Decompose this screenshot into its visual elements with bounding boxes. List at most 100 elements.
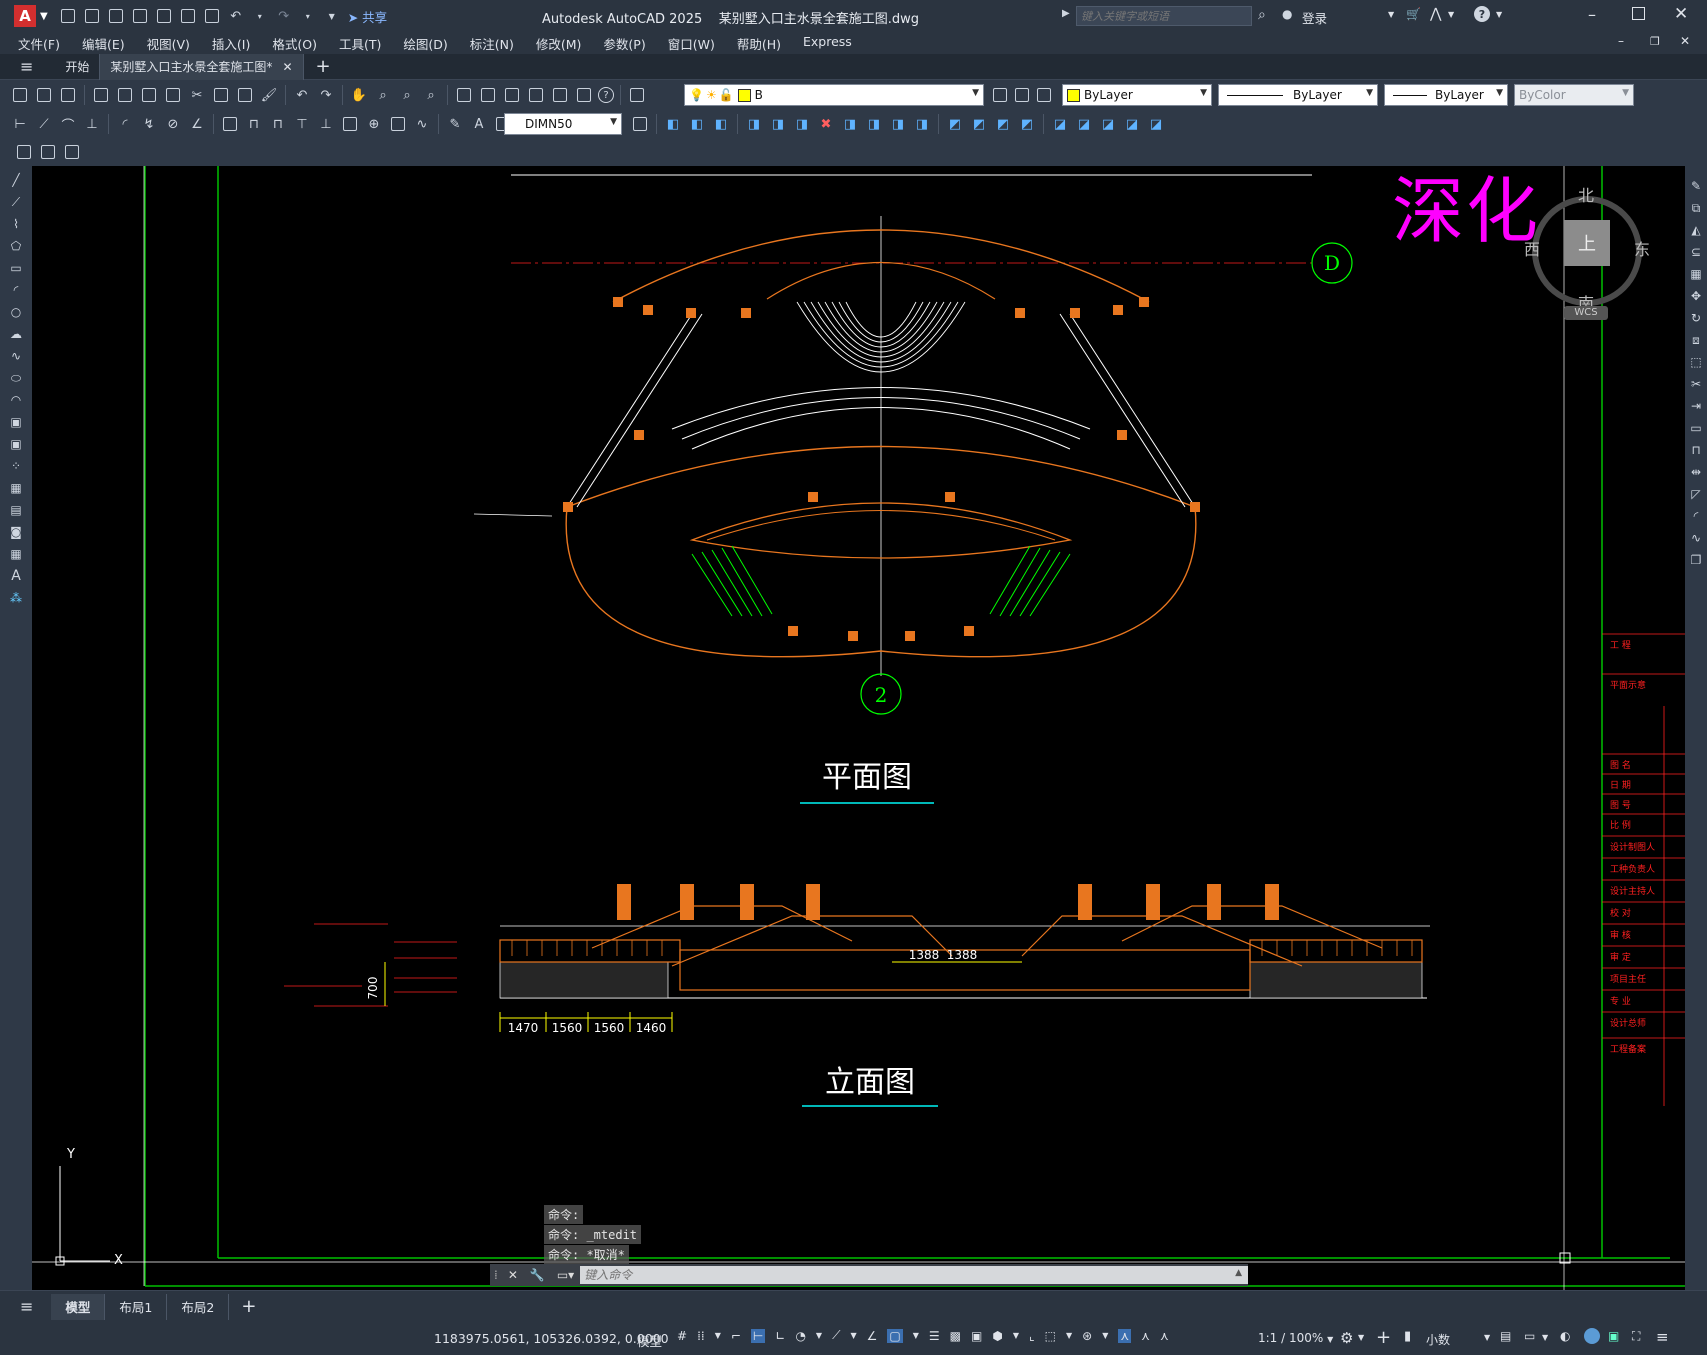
annotation-scale-dropdown[interactable]: 1:1 / 100% ▼ [1258,1331,1333,1345]
units-dropdown[interactable]: 小数 [1426,1331,1450,1348]
osnap-dropdown-icon[interactable]: ▼ [913,1331,919,1340]
selection-filter-dropdown-icon[interactable]: ▼ [1066,1331,1072,1340]
command-recent-icon[interactable]: ▭▾ [557,1268,574,1282]
dim-style-icon[interactable] [630,114,650,134]
layer-properties-icon[interactable] [627,85,647,105]
dim-diameter-icon[interactable]: ⊘ [163,114,183,134]
polygon-icon[interactable]: ⬠ [6,236,26,256]
dynamic-ucs-icon[interactable]: ⌐ [731,1329,741,1343]
tolerance-icon[interactable] [340,114,360,134]
command-close-icon[interactable]: ✕ [508,1268,518,1282]
help-tb-icon[interactable]: ? [598,87,614,103]
command-history-toggle-icon[interactable]: ▲ [1235,1268,1242,1278]
menu-item[interactable]: 修改(M) [525,34,593,53]
layer-on-icon[interactable]: 💡 [689,88,704,102]
close-icon[interactable]: ✕ [1674,4,1688,24]
chamfer-icon[interactable]: ◸ [1686,484,1706,504]
polar-dropdown-icon[interactable]: ▼ [816,1331,822,1340]
3d-osnap-dropdown-icon[interactable]: ▼ [1013,1331,1019,1340]
customize-qat-icon[interactable]: ▼ [322,6,342,26]
stretch-icon[interactable]: ⬚ [1686,352,1706,372]
lineweight-dropdown[interactable]: ByLayer ▼ [1384,84,1508,106]
menu-item[interactable]: 工具(T) [328,34,392,53]
imprint-icon[interactable]: ◩ [945,114,965,134]
search-arrow-icon[interactable]: ▶ [1062,8,1070,19]
offset-faces-icon[interactable]: ◨ [792,114,812,134]
trim-icon[interactable]: ✂ [1686,374,1706,394]
layer-state-icon[interactable] [1034,85,1054,105]
hatch-icon[interactable]: ▦ [6,478,26,498]
rotate-icon[interactable]: ↻ [1686,308,1706,328]
login-dropdown-icon[interactable]: ▼ [1388,10,1394,19]
insert-block-icon[interactable]: ▣ [6,412,26,432]
cut-icon[interactable]: ✂ [187,85,207,105]
dim-edit-icon[interactable]: ✎ [445,114,465,134]
dim-space-icon[interactable]: ⊤ [292,114,312,134]
model-space-button[interactable]: 模型 [637,1331,662,1350]
explode-icon[interactable]: ❐ [1686,550,1706,570]
center-mark-icon[interactable]: ⊕ [364,114,384,134]
properties-icon[interactable] [454,85,474,105]
menu-item[interactable]: Express [792,34,863,53]
save-tb-icon[interactable] [58,85,78,105]
snap-dropdown-icon[interactable]: ▼ [715,1331,721,1340]
plot-tb-icon[interactable] [91,85,111,105]
ellipse-icon[interactable]: ⬭ [6,368,26,388]
dynamic-ucs-2-icon[interactable]: ⌞ [1029,1329,1035,1343]
app-menu-arrow-icon[interactable]: ▼ [40,11,48,22]
scale-icon[interactable]: ⧈ [1686,330,1706,350]
dimstyle-dropdown[interactable]: DIMN50 ▼ [504,113,622,135]
save-icon[interactable] [106,6,126,26]
menu-item[interactable]: 插入(I) [201,34,261,53]
array-icon[interactable]: ▦ [1686,264,1706,284]
lineweight-icon[interactable]: ☰ [929,1329,940,1343]
wcs-menu[interactable]: WCS [1564,306,1608,320]
help-dropdown-icon[interactable]: ▼ [1496,10,1502,19]
dim-ordinate-icon[interactable]: ⊥ [82,114,102,134]
snap-icon[interactable]: ⁞⁞ [697,1329,705,1343]
union-icon[interactable]: ◧ [663,114,683,134]
extrude-faces-icon[interactable]: ◨ [744,114,764,134]
offset-icon[interactable]: ⊆ [1686,242,1706,262]
units-icon[interactable]: ▮ [1404,1329,1411,1344]
erase-icon[interactable]: ✎ [1686,176,1706,196]
doc-restore-icon[interactable]: ❐ [1650,35,1660,48]
command-customize-icon[interactable]: 🔧 [530,1268,545,1282]
menu-item[interactable]: 文件(F) [7,34,71,53]
layout-tab[interactable]: 布局2 [167,1293,230,1320]
make-block-icon[interactable]: ▣ [6,434,26,454]
open-icon[interactable] [82,6,102,26]
designcenter-icon[interactable] [478,85,498,105]
dim-aligned-icon[interactable]: ⟋ [34,114,54,134]
annotation-visibility-icon[interactable]: ⋏ [1118,1328,1132,1343]
menu-item[interactable]: 格式(O) [261,34,328,53]
qnew-icon[interactable] [10,85,30,105]
viewcube-top-face[interactable]: 上 [1564,220,1610,266]
table-icon[interactable]: ▦ [6,544,26,564]
extend-icon[interactable]: ⇥ [1686,396,1706,416]
annotation-scale-icon[interactable]: ⋏ [1160,1329,1169,1343]
zoom-realtime-icon[interactable]: ⌕ [373,85,393,105]
linetype-dropdown[interactable]: ByLayer ▼ [1218,84,1378,106]
dim-baseline-icon[interactable]: ⊓ [244,114,264,134]
move-faces-icon[interactable]: ◨ [768,114,788,134]
slice-icon[interactable]: ◪ [1074,114,1094,134]
fillet-icon[interactable]: ◜ [1686,506,1706,526]
mtext-icon[interactable]: A [6,566,26,586]
isolate-objects-icon[interactable]: ◐ [1560,1329,1570,1343]
copy-object-icon[interactable]: ⧉ [1686,198,1706,218]
revcloud-icon[interactable]: ☁ [6,324,26,344]
polyline-icon[interactable]: ⌇ [6,214,26,234]
search-icon[interactable]: ⌕ [1258,7,1266,23]
redo-icon[interactable]: ↷ [274,6,294,26]
drawing-canvas[interactable]: D 2 平面图 1470 1560 1560 1460 700 1388 138… [32,166,1685,1290]
app-menu-button[interactable]: A [14,5,36,27]
move-icon[interactable]: ✥ [1686,286,1706,306]
model-viewport[interactable]: D 2 平面图 1470 1560 1560 1460 700 1388 138… [32,166,1685,1290]
osnap-icon[interactable]: ▢ [887,1328,903,1343]
transparency-icon[interactable]: ▩ [950,1329,961,1343]
command-input[interactable] [580,1266,1248,1284]
share-button[interactable]: ➤ 共享 [348,7,387,26]
pan-icon[interactable]: ✋ [349,85,369,105]
intersect-icon[interactable]: ◧ [711,114,731,134]
